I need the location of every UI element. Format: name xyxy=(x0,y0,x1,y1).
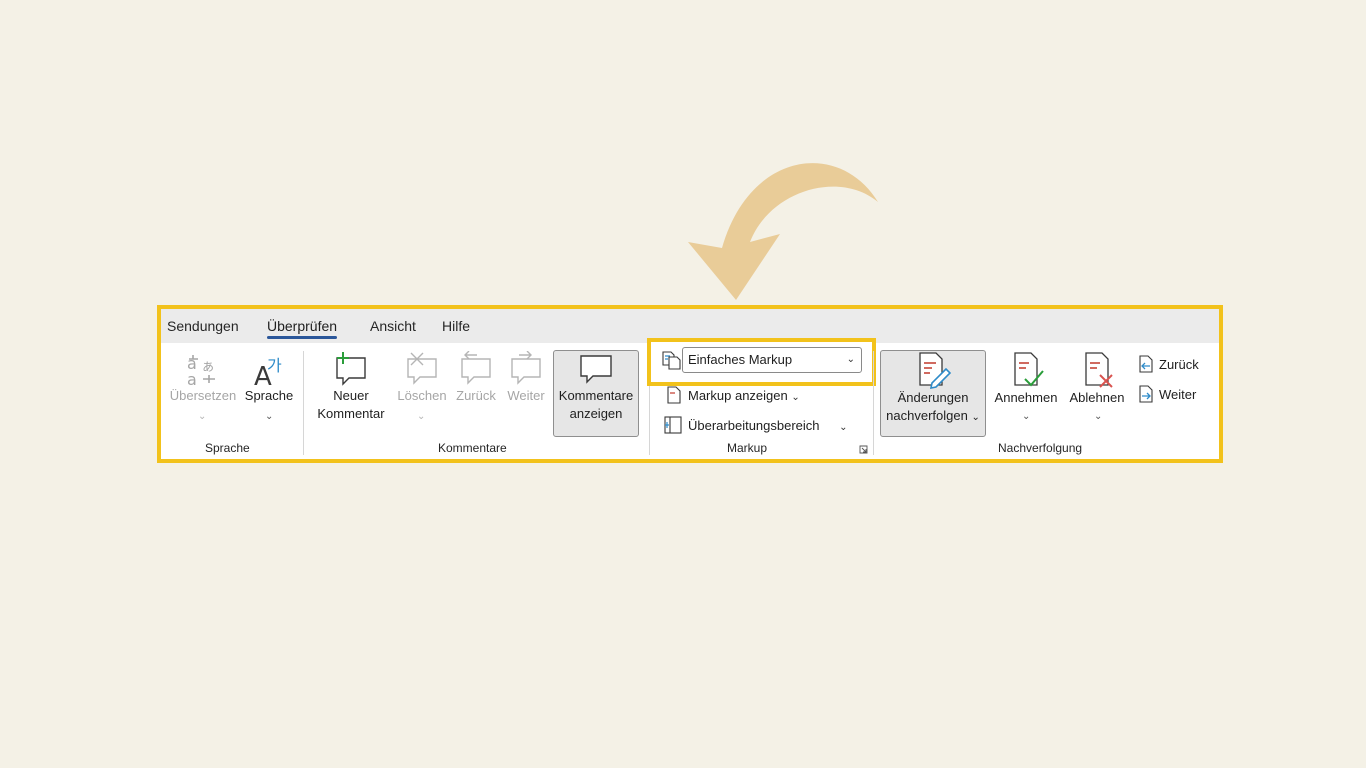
track-changes-icon xyxy=(919,352,952,389)
new-comment-label-2: Kommentar xyxy=(317,406,385,421)
next-comment-label: Weiter xyxy=(507,388,545,403)
previous-comment-button[interactable]: Zurück xyxy=(451,351,501,405)
tab-hilfe[interactable]: Hilfe xyxy=(442,318,470,334)
show-markup-icon xyxy=(667,386,681,404)
svg-text:가: 가 xyxy=(267,356,282,375)
reject-icon xyxy=(1085,352,1113,388)
accept-icon xyxy=(1014,352,1044,387)
show-comments-label-2: anzeigen xyxy=(569,406,623,421)
next-change-icon xyxy=(1139,385,1153,403)
delete-comment-label: Löschen xyxy=(397,388,447,403)
show-markup-button[interactable]: Markup anzeigen ⌄ xyxy=(666,386,800,404)
show-comments-content[interactable]: Kommentare anzeigen xyxy=(553,351,639,423)
next-comment-button[interactable]: Weiter xyxy=(503,351,549,405)
group-label-nachverfolgung: Nachverfolgung xyxy=(998,441,1083,455)
tab-sendungen[interactable]: Sendungen xyxy=(167,318,239,334)
previous-comment-label: Zurück xyxy=(456,388,496,403)
next-comment-icon xyxy=(511,351,541,385)
translate-chevron-icon[interactable]: ⌄ xyxy=(198,411,206,422)
new-comment-label-1: Neuer xyxy=(333,388,369,403)
display-for-review-dropdown[interactable]: Einfaches Markup ⌄ xyxy=(682,347,862,373)
group-label-kommentare: Kommentare xyxy=(438,441,507,455)
tab-ueberpruefen[interactable]: Überprüfen xyxy=(267,318,338,339)
chevron-down-icon: ⌄ xyxy=(839,422,848,433)
language-chevron-icon[interactable]: ⌄ xyxy=(265,411,273,422)
reviewing-pane-label: Überarbeitungsbereich xyxy=(688,418,820,433)
ribbon: Sendungen Überprüfen Ansicht Hilfe a ぁ a… xyxy=(157,305,1223,463)
group-separator xyxy=(303,351,304,455)
svg-text:a: a xyxy=(187,370,197,387)
display-for-review-value: Einfaches Markup xyxy=(688,352,793,367)
next-change-button[interactable]: Weiter xyxy=(1138,385,1196,403)
previous-comment-icon xyxy=(461,351,491,385)
reviewing-pane-icon xyxy=(664,416,682,434)
dialog-launcher-icon[interactable] xyxy=(859,445,868,454)
svg-text:ぁ: ぁ xyxy=(201,359,215,375)
display-for-review-icon xyxy=(662,351,681,370)
language-icon: A 가 xyxy=(254,356,282,387)
previous-change-button[interactable]: Zurück xyxy=(1138,355,1199,373)
translate-label: Übersetzen xyxy=(169,388,237,403)
language-button[interactable]: A 가 Sprache xyxy=(241,351,297,405)
language-label: Sprache xyxy=(244,388,294,403)
reviewing-pane-button[interactable]: Überarbeitungsbereich ⌄ xyxy=(664,416,848,434)
reject-chevron-icon[interactable]: ⌄ xyxy=(1094,411,1102,422)
show-comments-label-1: Kommentare xyxy=(558,388,634,403)
chevron-down-icon: ⌄ xyxy=(971,412,980,423)
curved-arrow-icon xyxy=(688,163,878,300)
translate-button[interactable]: a ぁ a Übersetzen xyxy=(165,351,241,405)
reject-button[interactable]: Ablehnen xyxy=(1065,351,1129,407)
delete-comment-button[interactable]: Löschen xyxy=(393,351,451,405)
new-comment-button[interactable]: Neuer Kommentar xyxy=(311,351,391,423)
group-separator xyxy=(873,351,874,455)
group-label-markup: Markup xyxy=(727,441,768,455)
accept-button[interactable]: Annehmen xyxy=(991,351,1061,407)
track-changes-content[interactable]: Änderungen nachverfolgen ⌄ xyxy=(880,351,986,427)
delete-comment-chevron-icon[interactable]: ⌄ xyxy=(417,411,425,422)
group-label-sprache: Sprache xyxy=(205,441,250,455)
track-changes-label-2: nachverfolgen xyxy=(886,408,968,423)
delete-comment-icon xyxy=(407,352,437,385)
tab-ansicht[interactable]: Ansicht xyxy=(370,318,416,334)
chevron-down-icon: ⌄ xyxy=(846,354,855,365)
track-changes-label-1: Änderungen xyxy=(897,390,969,405)
accept-label: Annehmen xyxy=(994,390,1058,405)
reject-label: Ablehnen xyxy=(1069,390,1125,405)
translate-icon: a ぁ a xyxy=(187,354,215,387)
new-comment-icon xyxy=(336,352,366,386)
show-comments-icon xyxy=(580,355,612,384)
previous-change-icon xyxy=(1139,355,1153,373)
chevron-down-icon: ⌄ xyxy=(791,392,800,403)
accept-chevron-icon[interactable]: ⌄ xyxy=(1022,411,1030,422)
next-change-label: Weiter xyxy=(1159,387,1197,402)
previous-change-label: Zurück xyxy=(1159,357,1199,372)
show-markup-label: Markup anzeigen xyxy=(688,388,788,403)
